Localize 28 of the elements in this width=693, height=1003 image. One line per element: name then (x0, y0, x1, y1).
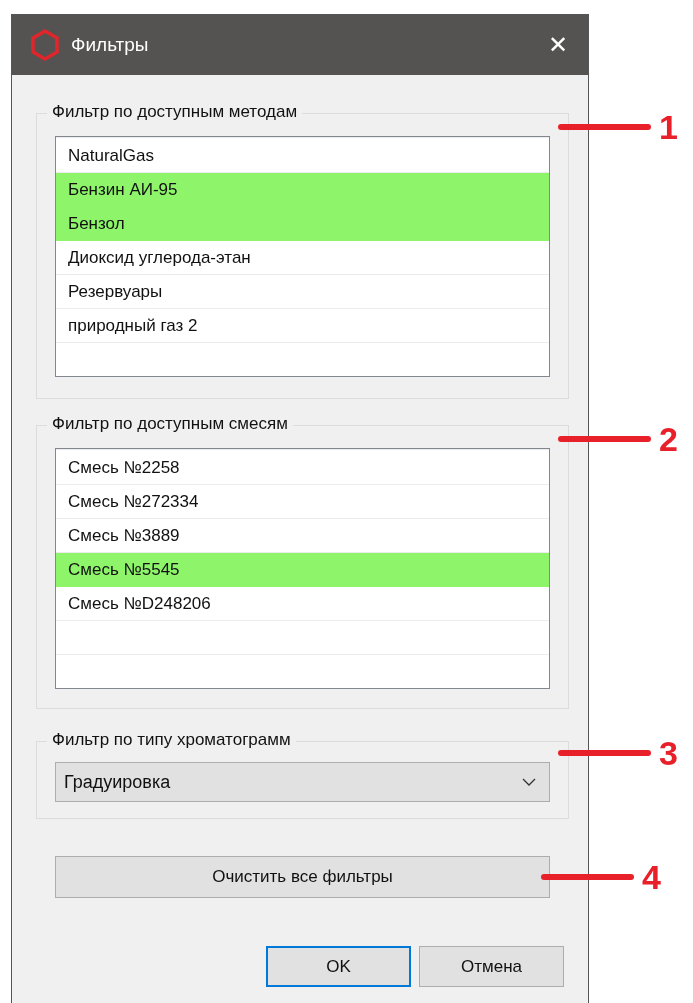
list-item[interactable]: Бензол (56, 207, 549, 241)
list-box[interactable]: Смесь №2258 Смесь №272334 Смесь №3889 Смесь №5545 Смесь №D248206 (55, 448, 550, 689)
hexagon-icon (29, 28, 61, 62)
list-item[interactable]: Смесь №272334 (56, 485, 549, 519)
clear-filters-button[interactable]: Очистить все фильтры (55, 856, 550, 898)
group-legend: Фильтр по доступным смесям (47, 414, 293, 434)
cancel-button[interactable]: Отмена (419, 946, 564, 987)
ok-button[interactable]: OK (266, 946, 411, 987)
list-item[interactable]: Смесь №3889 (56, 519, 549, 553)
chevron-down-icon (521, 777, 537, 787)
callout-number: 4 (642, 862, 661, 892)
list-item[interactable]: Диоксид углерода-этан (56, 241, 549, 275)
window-title: Фильтры (71, 34, 149, 56)
callout-number: 1 (659, 112, 678, 142)
group-legend: Фильтр по типу хроматограмм (47, 730, 296, 750)
dropdown[interactable]: Градуировка (55, 762, 550, 802)
callout-number: 3 (659, 738, 678, 768)
list-item[interactable]: Смесь №2258 (56, 451, 549, 485)
callout-number: 2 (659, 424, 678, 454)
close-button[interactable]: ✕ (528, 15, 588, 75)
list-item[interactable]: Смесь №5545 (56, 553, 549, 587)
list-item[interactable]: Смесь №D248206 (56, 587, 549, 621)
list-item[interactable]: природный газ 2 (56, 309, 549, 343)
group-legend: Фильтр по доступным методам (47, 102, 303, 122)
list-box[interactable]: NaturalGas Бензин АИ-95 Бензол Диоксид углерода-этан Резервуары природный газ 2 (55, 136, 550, 377)
list-item[interactable]: Резервуары (56, 275, 549, 309)
list-item[interactable]: Бензин АИ-95 (56, 173, 549, 207)
list-item[interactable]: NaturalGas (56, 139, 549, 173)
